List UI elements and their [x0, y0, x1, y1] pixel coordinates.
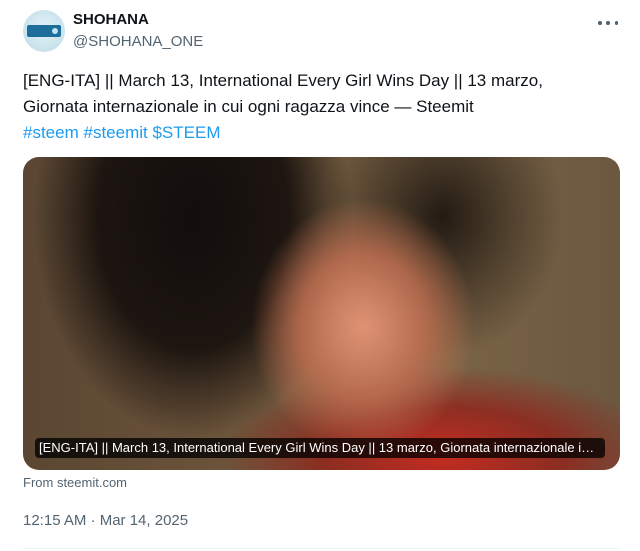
link-card[interactable]: [ENG-ITA] || March 13, International Eve…	[23, 157, 620, 470]
cashtag-link[interactable]: $STEEM	[152, 123, 220, 142]
tweet-text-line: Giornata internazionale in cui ogni raga…	[23, 97, 474, 116]
hashtag-link[interactable]: #steemit	[83, 123, 147, 142]
divider	[23, 548, 620, 549]
avatar[interactable]	[23, 10, 65, 52]
hashtag-link[interactable]: #steem	[23, 123, 79, 142]
avatar-logo-icon	[27, 25, 61, 37]
tweet-header: SHOHANA @SHOHANA_ONE	[23, 10, 203, 52]
card-source[interactable]: From steemit.com	[23, 475, 127, 491]
tweet: SHOHANA @SHOHANA_ONE [ENG-ITA] || March …	[0, 0, 640, 551]
more-options-icon[interactable]	[598, 16, 618, 30]
tweet-text: [ENG-ITA] || March 13, International Eve…	[23, 68, 623, 146]
card-image	[23, 157, 620, 470]
display-name[interactable]: SHOHANA	[73, 10, 203, 30]
timestamp[interactable]: 12:15 AM · Mar 14, 2025	[23, 511, 188, 531]
hashtags: #steem #steemit $STEEM	[23, 120, 623, 146]
handle[interactable]: @SHOHANA_ONE	[73, 32, 203, 52]
tweet-text-line: [ENG-ITA] || March 13, International Eve…	[23, 71, 543, 90]
card-caption: [ENG-ITA] || March 13, International Eve…	[35, 438, 605, 458]
author-names: SHOHANA @SHOHANA_ONE	[73, 10, 203, 52]
